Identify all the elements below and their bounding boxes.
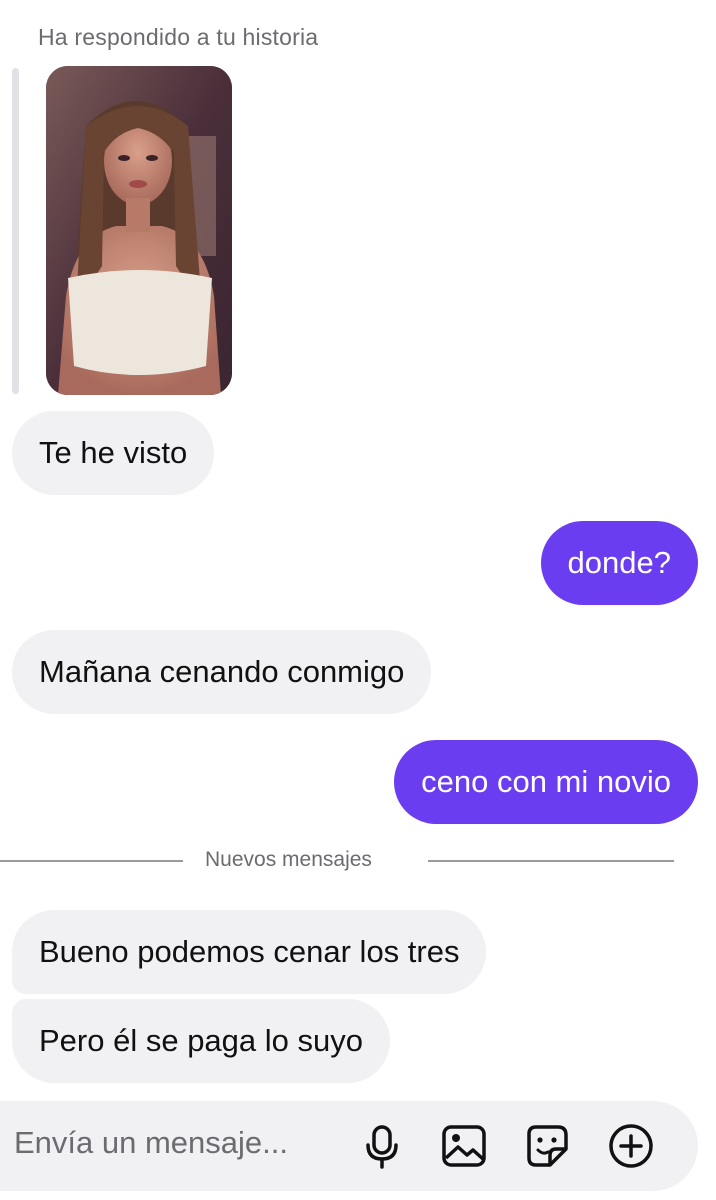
- message-text: donde?: [567, 545, 671, 580]
- message-text: ceno con mi novio: [421, 764, 671, 799]
- message-text: Pero él se paga lo suyo: [39, 1023, 363, 1058]
- message-bubble-incoming[interactable]: Pero él se paga lo suyo: [12, 999, 390, 1083]
- message-bubble-outgoing[interactable]: donde?: [540, 521, 698, 605]
- sticker-icon[interactable]: [523, 1122, 571, 1170]
- divider-line: [428, 860, 674, 862]
- message-composer: Envía un mensaje...: [0, 1101, 698, 1191]
- divider-label: Nuevos mensajes: [205, 848, 372, 871]
- message-bubble-outgoing[interactable]: ceno con mi novio: [394, 740, 698, 824]
- story-reply-indicator: [12, 68, 19, 394]
- message-text: Mañana cenando conmigo: [39, 654, 405, 689]
- message-input[interactable]: Envía un mensaje...: [14, 1125, 288, 1161]
- message-text: Bueno podemos cenar los tres: [39, 934, 460, 969]
- message-bubble-incoming[interactable]: Bueno podemos cenar los tres: [12, 910, 487, 994]
- image-icon[interactable]: [440, 1122, 488, 1170]
- message-bubble-incoming[interactable]: Mañana cenando conmigo: [12, 630, 432, 714]
- microphone-icon[interactable]: [358, 1122, 406, 1170]
- chat-screen: Ha respondido a tu historia Te he visto …: [0, 0, 716, 1200]
- story-reply-caption: Ha respondido a tu historia: [38, 24, 319, 50]
- new-messages-divider: Nuevos mensajes: [0, 846, 676, 876]
- add-icon[interactable]: [607, 1122, 655, 1170]
- divider-line: [0, 860, 183, 862]
- message-bubble-incoming[interactable]: Te he visto: [12, 411, 215, 495]
- story-photo: [46, 66, 232, 395]
- story-thumbnail[interactable]: [46, 66, 232, 395]
- message-text: Te he visto: [39, 435, 188, 470]
